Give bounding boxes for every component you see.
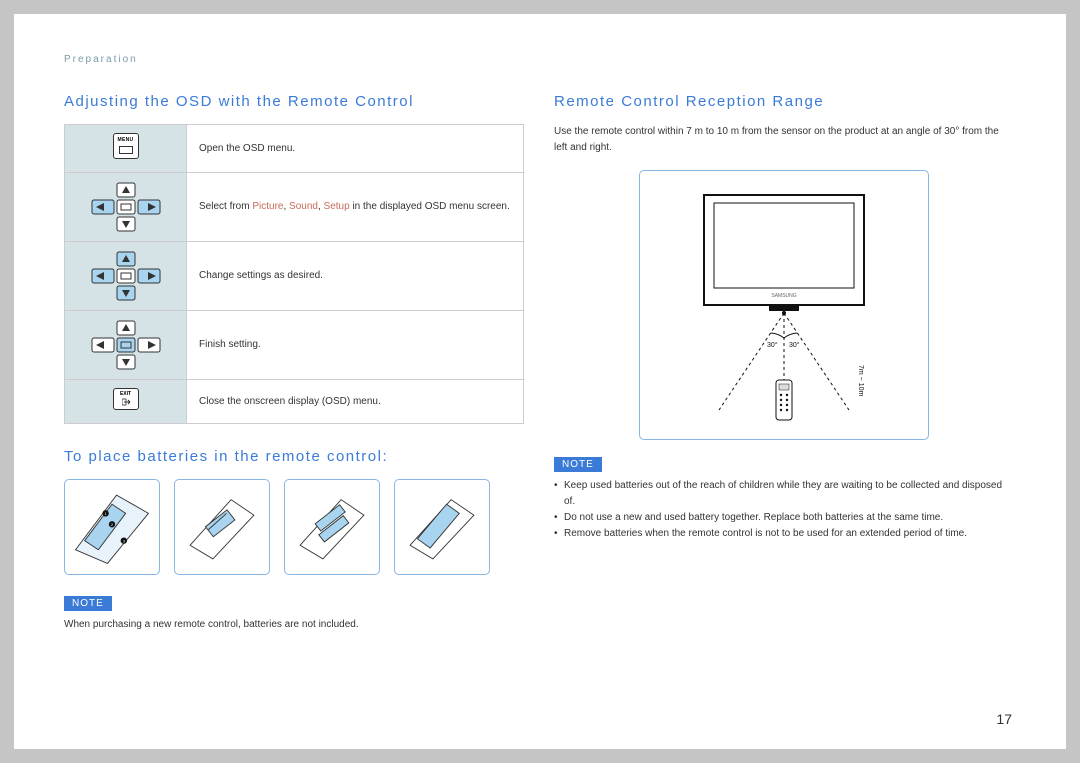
svg-text:7m ~ 10m: 7m ~ 10m xyxy=(857,365,864,396)
exit-button-icon xyxy=(113,388,139,410)
dpad-center-icon xyxy=(86,319,166,371)
table-row: Open the OSD menu. xyxy=(65,125,524,173)
dpad-left-right-icon xyxy=(86,181,166,233)
battery-step-4 xyxy=(394,479,490,575)
svg-text:30°: 30° xyxy=(789,341,800,349)
battery-step-3 xyxy=(284,479,380,575)
menu-button-cell xyxy=(65,125,187,173)
svg-text:3: 3 xyxy=(123,539,125,543)
table-row: Close the onscreen display (OSD) menu. xyxy=(65,380,524,424)
svg-text:30°: 30° xyxy=(767,341,778,349)
table-row: Finish setting. xyxy=(65,311,524,380)
osd-desc-2: Select from Picture, Sound, Setup in the… xyxy=(187,173,524,242)
battery-step-2 xyxy=(174,479,270,575)
list-item: Keep used batteries out of the reach of … xyxy=(554,478,1014,510)
two-column-layout: Adjusting the OSD with the Remote Contro… xyxy=(64,93,1016,636)
page-number: 17 xyxy=(996,711,1012,727)
dpad-all-icon xyxy=(86,250,166,302)
right-column: Remote Control Reception Range Use the r… xyxy=(554,93,1014,636)
list-item: Do not use a new and used battery togeth… xyxy=(554,510,1014,526)
table-row: Select from Picture, Sound, Setup in the… xyxy=(65,173,524,242)
dpad-all-cell xyxy=(65,242,187,311)
section-title-batteries: To place batteries in the remote control… xyxy=(64,448,524,465)
exit-button-cell xyxy=(65,380,187,424)
highlight-sound: Sound xyxy=(289,201,318,212)
highlight-setup: Setup xyxy=(324,201,350,212)
section-title-osd: Adjusting the OSD with the Remote Contro… xyxy=(64,93,524,110)
osd-desc-4: Finish setting. xyxy=(187,311,524,380)
osd-instruction-table: Open the OSD menu. xyxy=(64,124,524,424)
svg-text:SAMSUNG: SAMSUNG xyxy=(771,293,796,299)
manual-page: Preparation Adjusting the OSD with the R… xyxy=(14,14,1066,749)
range-body-text: Use the remote control within 7 m to 10 … xyxy=(554,124,1014,156)
note-badge: NOTE xyxy=(554,457,602,472)
osd-desc-3: Change settings as desired. xyxy=(187,242,524,311)
highlight-picture: Picture xyxy=(252,201,283,212)
osd-desc-5: Close the onscreen display (OSD) menu. xyxy=(187,380,524,424)
osd-desc-1: Open the OSD menu. xyxy=(187,125,524,173)
svg-text:2: 2 xyxy=(111,523,113,527)
left-column: Adjusting the OSD with the Remote Contro… xyxy=(64,93,524,636)
dpad-center-cell xyxy=(65,311,187,380)
note-badge: NOTE xyxy=(64,596,112,611)
list-item: Remove batteries when the remote control… xyxy=(554,526,1014,542)
dpad-lr-cell xyxy=(65,173,187,242)
menu-button-icon xyxy=(113,133,139,159)
section-title-range: Remote Control Reception Range xyxy=(554,93,1014,110)
range-figure: SAMSUNG 30° 30° 7m ~ 10m xyxy=(639,170,929,440)
table-row: Change settings as desired. xyxy=(65,242,524,311)
svg-text:1: 1 xyxy=(105,512,107,516)
breadcrumb: Preparation xyxy=(64,54,1016,65)
battery-step-1: 1 2 3 xyxy=(64,479,160,575)
battery-steps-row: 1 2 3 xyxy=(64,479,524,575)
batteries-note-text: When purchasing a new remote control, ba… xyxy=(64,617,524,632)
range-note-list: Keep used batteries out of the reach of … xyxy=(554,478,1014,542)
